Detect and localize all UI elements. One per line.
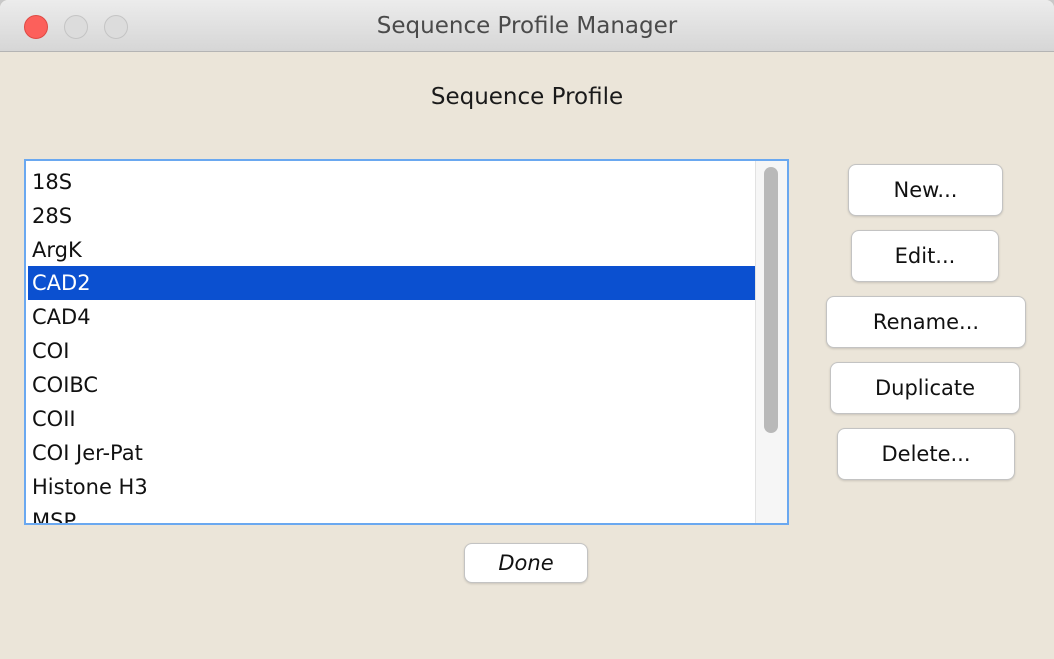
list-item[interactable]: COI Jer-Pat [28,436,756,470]
edit-button[interactable]: Edit... [851,230,999,282]
list-item[interactable]: CAD4 [28,300,756,334]
rename-button[interactable]: Rename... [826,296,1026,348]
list-item-selected[interactable]: CAD2 [28,266,756,300]
window-title: Sequence Profile Manager [376,13,678,39]
list-item[interactable]: MSP [28,504,756,523]
list-item[interactable]: ArgK [28,233,756,267]
list-item[interactable]: Histone H3 [28,470,756,504]
list-item[interactable]: COII [28,402,756,436]
section-title: Sequence Profile [430,84,624,110]
done-button[interactable]: Done [464,543,588,583]
duplicate-button[interactable]: Duplicate [830,362,1020,414]
profile-list[interactable]: 18S 28S ArgK CAD2 CAD4 COI COIBC COII CO… [24,159,789,525]
list-scrollbar[interactable] [755,161,787,523]
list-item[interactable]: 28S [28,199,756,233]
new-button[interactable]: New... [848,164,1003,216]
title-bar[interactable]: Sequence Profile Manager [0,0,1054,52]
list-item[interactable]: COIBC [28,368,756,402]
scrollbar-thumb[interactable] [764,167,778,433]
sequence-profile-manager-window: Sequence Profile Manager Sequence Profil… [0,0,1054,659]
list-item[interactable]: 18S [28,165,756,199]
delete-button[interactable]: Delete... [837,428,1015,480]
list-item[interactable]: COI [28,334,756,368]
